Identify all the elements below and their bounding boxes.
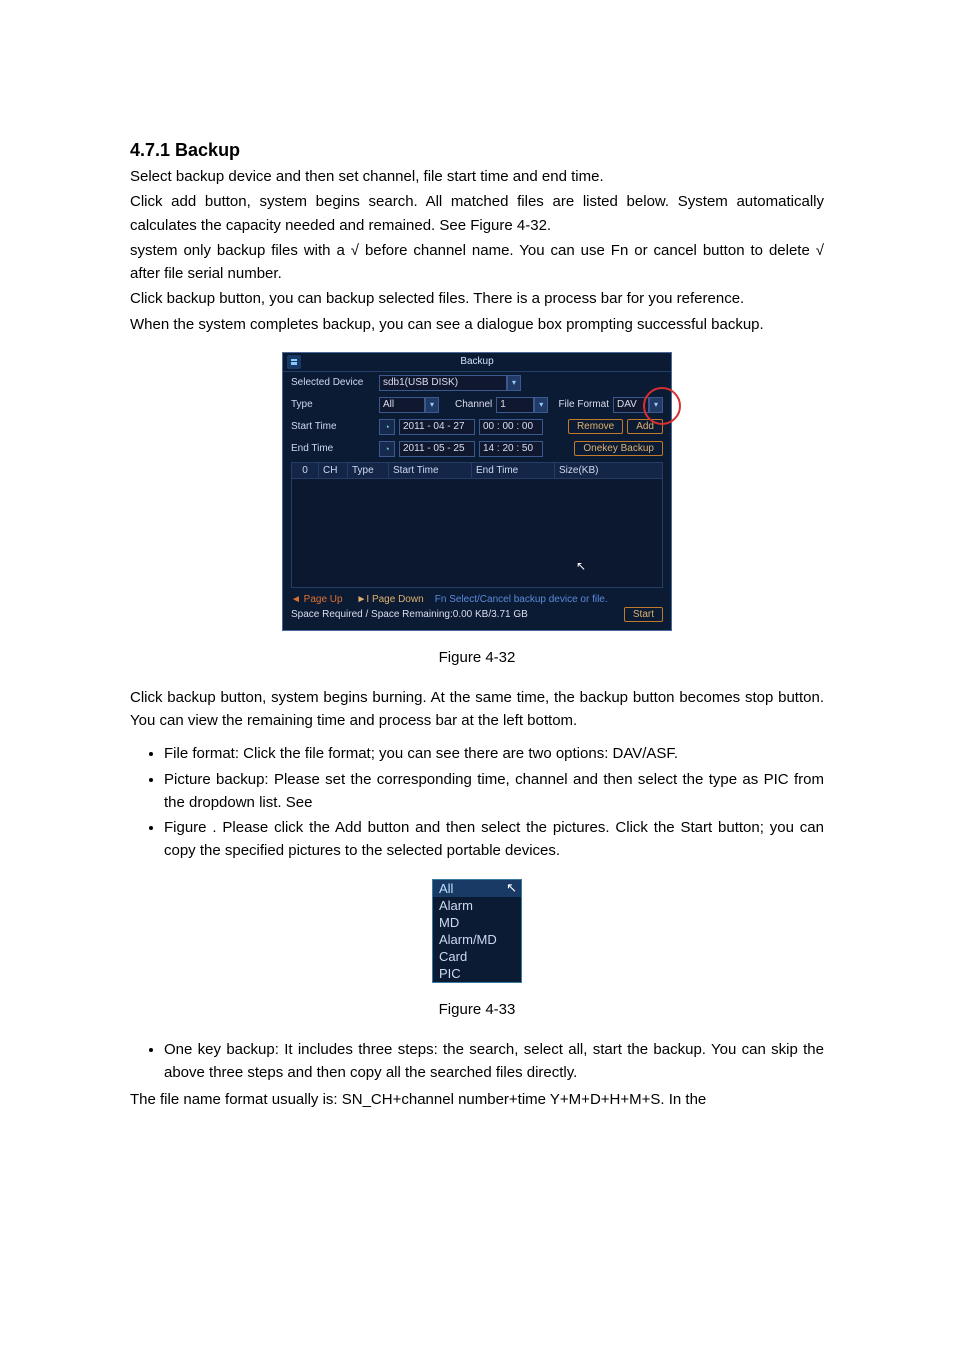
selected-device-label: Selected Device xyxy=(291,377,375,388)
start-time-label: Start Time xyxy=(291,421,375,432)
file-list-body[interactable]: ↖ xyxy=(291,479,663,588)
chevron-down-icon[interactable]: ▾ xyxy=(507,375,521,391)
figure-caption-4-33: Figure 4-33 xyxy=(130,1001,824,1018)
dialog-title-bar: Backup xyxy=(283,353,671,372)
end-time-label: End Time xyxy=(291,443,375,454)
pagination-row: ◄ Page Up ►I Page Down Fn Select/Cancel … xyxy=(283,588,671,607)
start-time-field[interactable]: 00 : 00 : 00 xyxy=(479,419,543,435)
bullet-item: File format: Click the file format; you … xyxy=(164,742,824,765)
channel-dropdown[interactable]: 1 xyxy=(496,397,534,413)
onekey-backup-button[interactable]: Onekey Backup xyxy=(574,441,663,456)
end-time-field[interactable]: 14 : 20 : 50 xyxy=(479,441,543,457)
calendar-icon[interactable]: ◔ xyxy=(379,441,395,457)
dropdown-option-alarm-md[interactable]: Alarm/MD xyxy=(433,931,521,948)
col-end: End Time xyxy=(472,463,555,478)
paragraph: The file name format usually is: SN_CH+c… xyxy=(130,1088,824,1111)
cursor-icon: ↖ xyxy=(506,880,517,896)
type-dropdown[interactable]: All xyxy=(379,397,425,413)
chevron-down-icon[interactable]: ▾ xyxy=(534,397,548,413)
figure-4-33: ↖ All Alarm MD Alarm/MD Card PIC xyxy=(130,879,824,983)
paragraph: Click backup button, system begins burni… xyxy=(130,686,824,733)
channel-label: Channel xyxy=(455,399,492,410)
space-status: Space Required / Space Remaining:0.00 KB… xyxy=(291,609,528,620)
cursor-icon: ↖ xyxy=(576,559,586,573)
paragraph: Click add button, system begins search. … xyxy=(130,190,824,237)
file-format-label: File Format xyxy=(558,399,609,410)
chevron-down-icon[interactable]: ▾ xyxy=(425,397,439,413)
page-down-button[interactable]: ►I Page Down xyxy=(357,594,424,605)
end-date-field[interactable]: 2011 - 05 - 25 xyxy=(399,441,475,457)
start-date-field[interactable]: 2011 - 04 - 27 xyxy=(399,419,475,435)
bullet-item: Figure . Please click the Add button and… xyxy=(164,816,824,863)
selected-device-dropdown[interactable]: sdb1(USB DISK) xyxy=(379,375,507,391)
bullet-item: One key backup: It includes three steps:… xyxy=(164,1038,824,1085)
bullet-item: Picture backup: Please set the correspon… xyxy=(164,768,824,815)
col-type: Type xyxy=(348,463,389,478)
col-ch: CH xyxy=(319,463,348,478)
remove-button[interactable]: Remove xyxy=(568,419,623,434)
dropdown-option-alarm[interactable]: Alarm xyxy=(433,897,521,914)
section-heading: 4.7.1 Backup xyxy=(130,140,824,161)
file-list-header: 0 CH Type Start Time End Time Size(KB) xyxy=(291,462,663,479)
paragraph: Select backup device and then set channe… xyxy=(130,165,824,188)
annotation-circle xyxy=(643,387,681,425)
dialog-title: Backup xyxy=(460,356,493,367)
backup-dialog: Backup Selected Device sdb1(USB DISK) ▾ … xyxy=(282,352,672,631)
figure-4-32: Backup Selected Device sdb1(USB DISK) ▾ … xyxy=(130,352,824,631)
paragraph: Click backup button, you can backup sele… xyxy=(130,287,824,310)
type-dropdown-expanded[interactable]: ↖ All Alarm MD Alarm/MD Card PIC xyxy=(432,879,522,983)
col-index: 0 xyxy=(292,463,319,478)
calendar-icon[interactable]: ◔ xyxy=(379,419,395,435)
paragraph: system only backup files with a √ before… xyxy=(130,239,824,286)
backup-icon xyxy=(287,355,301,369)
dropdown-option-md[interactable]: MD xyxy=(433,914,521,931)
start-button[interactable]: Start xyxy=(624,607,663,622)
fn-hint: Fn Select/Cancel backup device or file. xyxy=(435,594,608,605)
page-up-button[interactable]: ◄ Page Up xyxy=(291,594,343,605)
dropdown-option-card[interactable]: Card xyxy=(433,948,521,965)
col-start: Start Time xyxy=(389,463,472,478)
col-size: Size(KB) xyxy=(555,463,662,478)
figure-caption-4-32: Figure 4-32 xyxy=(130,649,824,666)
dropdown-option-pic[interactable]: PIC xyxy=(433,965,521,982)
paragraph: When the system completes backup, you ca… xyxy=(130,313,824,336)
type-label: Type xyxy=(291,399,375,410)
